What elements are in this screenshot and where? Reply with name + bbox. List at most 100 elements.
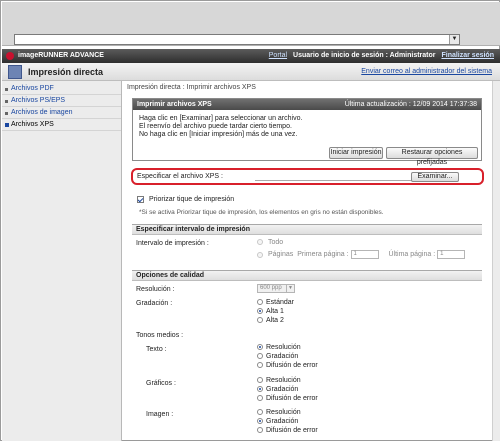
halftone-radio[interactable] bbox=[257, 353, 263, 360]
sidebar-item-label: Archivos PDF bbox=[11, 85, 54, 92]
halftone-option-label: Resolución bbox=[266, 377, 301, 384]
gradation-option-label: Estándar bbox=[266, 299, 295, 306]
header-links: Portal Usuario de inicio de sesión : Adm… bbox=[265, 52, 494, 59]
halftone-option-label: Gradación bbox=[266, 418, 299, 425]
halftone-radio[interactable] bbox=[257, 418, 263, 425]
halftone-radio[interactable] bbox=[257, 427, 263, 434]
gradation-option[interactable]: Alta 1 bbox=[257, 308, 284, 315]
sidebar-item-pdf[interactable]: Archivos PDF bbox=[2, 83, 121, 95]
breadcrumb-current: Imprimir archivos XPS bbox=[186, 84, 256, 91]
print-range-section: Especificar intervalo de impresión Inter… bbox=[132, 224, 482, 264]
gradation-option-label: Alta 1 bbox=[266, 308, 284, 315]
print-range-title: Especificar intervalo de impresión bbox=[132, 225, 482, 235]
start-print-button[interactable]: Iniciar impresión bbox=[329, 147, 383, 159]
bullet-icon bbox=[5, 100, 8, 103]
gradation-radio[interactable] bbox=[257, 317, 263, 324]
mail-admin-link[interactable]: Enviar correo al administrador del siste… bbox=[361, 68, 492, 75]
graphics-option[interactable]: Resolución bbox=[257, 377, 301, 384]
image-option[interactable]: Gradación bbox=[257, 418, 298, 425]
halftone-radio[interactable] bbox=[257, 409, 263, 416]
halftone-option-label: Difusión de error bbox=[266, 395, 318, 402]
range-all-option[interactable]: Todo bbox=[257, 239, 283, 246]
page-header: Impresión directa Enviar correo al admin… bbox=[2, 63, 500, 81]
breadcrumb: Impresión directa: Imprimir archivos XPS bbox=[127, 84, 494, 91]
portal-link[interactable]: Portal bbox=[269, 52, 287, 59]
range-pages-label: Páginas bbox=[267, 251, 294, 259]
gradation-radio[interactable] bbox=[257, 299, 263, 306]
halftone-option-label: Resolución bbox=[266, 344, 301, 351]
image-option[interactable]: Difusión de error bbox=[257, 427, 318, 434]
image-group-label: Imagen : bbox=[146, 411, 174, 418]
instruction-line: Haga clic en [Examinar] para seleccionar… bbox=[139, 115, 303, 122]
resolution-select[interactable]: 600 ppp ▼ bbox=[257, 284, 295, 293]
sidebar-item-ps-eps[interactable]: Archivos PS/EPS bbox=[2, 95, 121, 107]
bullet-icon bbox=[5, 123, 9, 127]
app-header: imageRUNNER ADVANCE Portal Usuario de in… bbox=[2, 49, 500, 63]
halftone-radio[interactable] bbox=[257, 377, 263, 384]
instructions: Haga clic en [Examinar] para seleccionar… bbox=[133, 110, 481, 139]
sidebar-item-xps[interactable]: Archivos XPS bbox=[2, 119, 121, 131]
print-range-label: Intervalo de impresión : bbox=[136, 240, 209, 247]
window-frame: ▼ imageRUNNER ADVANCE Portal Usuario de … bbox=[0, 0, 500, 441]
range-pages-radio[interactable] bbox=[257, 251, 263, 258]
gradation-option[interactable]: Estándar bbox=[257, 299, 294, 306]
file-path-input[interactable] bbox=[255, 172, 412, 181]
first-page-label: Primera página : bbox=[297, 251, 349, 259]
last-page-label: Última página : bbox=[388, 251, 436, 259]
first-page-input[interactable]: 1 bbox=[350, 250, 379, 259]
panel-title-text: Imprimir archivos XPS bbox=[137, 101, 212, 108]
range-all-radio[interactable] bbox=[257, 239, 263, 246]
halftone-option-label: Difusión de error bbox=[266, 427, 318, 434]
sidebar-item-label: Archivos PS/EPS bbox=[11, 97, 66, 104]
brand-name: imageRUNNER ADVANCE bbox=[18, 52, 104, 59]
breadcrumb-parent[interactable]: Impresión directa bbox=[127, 84, 181, 91]
priority-label: Priorizar tique de impresión bbox=[148, 196, 235, 204]
sidebar-item-label: Archivos de imagen bbox=[11, 109, 73, 116]
priority-checkbox[interactable] bbox=[137, 196, 144, 203]
halftone-option-label: Gradación bbox=[266, 353, 299, 360]
text-option[interactable]: Resolución bbox=[257, 344, 301, 351]
breadcrumb-separator: : bbox=[182, 84, 185, 91]
quality-section: Opciones de calidad Resolución : 600 ppp… bbox=[132, 270, 482, 441]
browse-button[interactable]: Examinar... bbox=[411, 172, 459, 182]
graphics-option[interactable]: Difusión de error bbox=[257, 395, 318, 402]
sidebar-item-image[interactable]: Archivos de imagen bbox=[2, 107, 121, 119]
halftone-radio[interactable] bbox=[257, 395, 263, 402]
address-bar[interactable]: ▼ bbox=[14, 34, 460, 45]
logout-link[interactable]: Finalizar sesión bbox=[441, 52, 494, 59]
chevron-down-icon[interactable]: ▼ bbox=[449, 35, 459, 44]
sidebar-item-label: Archivos XPS bbox=[11, 121, 54, 128]
range-all-label: Todo bbox=[267, 239, 284, 246]
priority-note: *Si se activa Priorizar tique de impresi… bbox=[139, 209, 384, 216]
canon-logo-icon bbox=[6, 52, 14, 60]
text-option[interactable]: Gradación bbox=[257, 353, 298, 360]
browser-chrome: ▼ bbox=[2, 2, 500, 46]
halftone-option-label: Gradación bbox=[266, 386, 299, 393]
print-panel: Imprimir archivos XPS Última actualizaci… bbox=[132, 98, 482, 166]
instruction-line: No haga clic en [Iniciar impresión] más … bbox=[139, 131, 298, 138]
bullet-icon bbox=[5, 112, 8, 115]
halftones-label: Tonos medios : bbox=[136, 332, 184, 339]
gradation-option[interactable]: Alta 2 bbox=[257, 317, 284, 324]
last-updated: Última actualización : 12/09 2014 17:37:… bbox=[344, 101, 477, 108]
resolution-value: 600 ppp bbox=[260, 285, 282, 291]
halftone-option-label: Difusión de error bbox=[266, 362, 318, 369]
graphics-option[interactable]: Gradación bbox=[257, 386, 298, 393]
text-option[interactable]: Difusión de error bbox=[257, 362, 318, 369]
print-panel-title: Imprimir archivos XPS Última actualizaci… bbox=[133, 99, 481, 110]
vertical-scrollbar[interactable] bbox=[492, 81, 500, 441]
halftone-radio[interactable] bbox=[257, 362, 263, 369]
page-title: Impresión directa bbox=[28, 67, 104, 77]
halftone-radio[interactable] bbox=[257, 386, 263, 393]
quality-title: Opciones de calidad bbox=[132, 271, 482, 281]
gradation-radio[interactable] bbox=[257, 308, 263, 315]
bullet-icon bbox=[5, 88, 8, 91]
halftone-radio[interactable] bbox=[257, 344, 263, 351]
restore-defaults-button[interactable]: Restaurar opciones prefijadas bbox=[386, 147, 478, 166]
range-pages-option[interactable]: Páginas Primera página : 1 Última página… bbox=[257, 250, 466, 259]
image-option[interactable]: Resolución bbox=[257, 409, 301, 416]
file-select-label: Especificar el archivo XPS : bbox=[137, 173, 223, 180]
last-page-input[interactable]: 1 bbox=[437, 250, 466, 259]
graphics-group-label: Gráficos : bbox=[146, 380, 176, 387]
priority-row: Priorizar tique de impresión bbox=[137, 196, 234, 203]
